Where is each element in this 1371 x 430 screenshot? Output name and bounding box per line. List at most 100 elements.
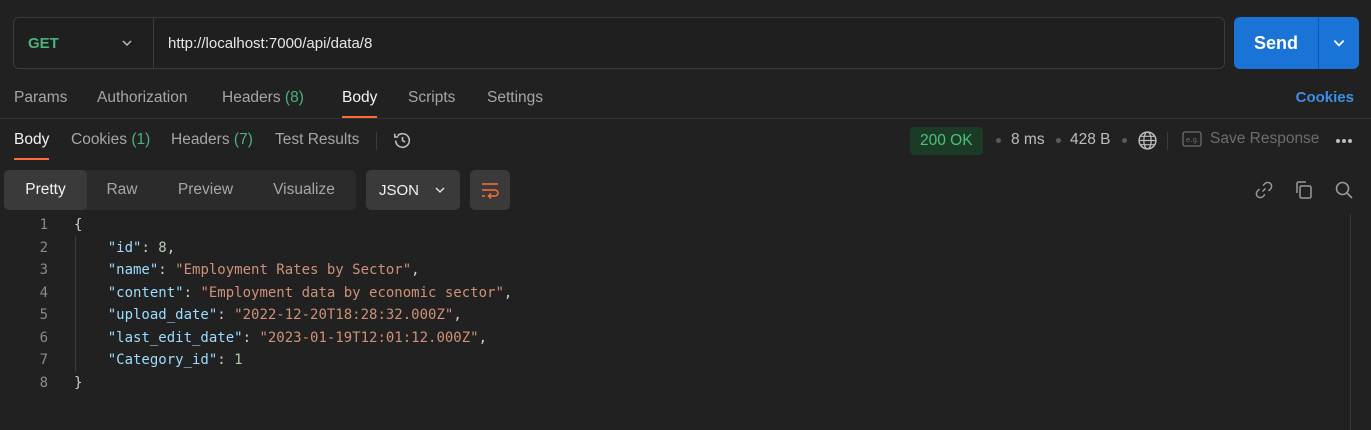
code-token-punc: ,	[503, 284, 513, 301]
code-token-key: "name"	[74, 262, 159, 278]
view-mode-visualize[interactable]: Visualize	[254, 170, 354, 210]
tab-params[interactable]: Params	[14, 80, 67, 118]
code-token-punc: :	[242, 329, 260, 346]
code-token-punc: :	[158, 262, 176, 278]
code-token-punc: }	[74, 374, 83, 391]
tab-label: Body	[14, 131, 50, 148]
tab-label: Headers	[171, 131, 230, 148]
chevron-down-icon	[1333, 40, 1345, 47]
code-token-punc: {	[74, 217, 83, 233]
line-number: 6	[39, 329, 48, 346]
line-number: 4	[39, 284, 48, 301]
save-response-button[interactable]: e.g. Save Response	[1182, 122, 1319, 156]
divider	[0, 118, 1371, 119]
wrap-lines-button[interactable]	[470, 170, 510, 210]
send-button[interactable]: Send	[1234, 17, 1318, 69]
code-token-punc: :	[183, 284, 201, 301]
chevron-down-icon	[122, 40, 132, 47]
method-label: GET	[28, 34, 59, 52]
history-icon[interactable]	[392, 130, 413, 151]
code-text: "name": "Employment Rates by Sector",	[74, 259, 420, 282]
code-token-str: "Employment data by economic sector"	[200, 284, 504, 301]
tab-label: Headers	[222, 89, 281, 106]
code-text: {	[74, 214, 82, 237]
line-number: 3	[39, 262, 48, 278]
code-text: "id": 8,	[74, 237, 175, 260]
code-token-key: "upload_date"	[74, 307, 218, 323]
code-token-str: "Employment Rates by Sector"	[175, 262, 412, 278]
tab-body[interactable]: Body	[342, 80, 378, 118]
send-button-group: Send	[1234, 17, 1359, 69]
code-token-num: 8	[158, 239, 167, 256]
tab-label: Body	[342, 89, 378, 106]
view-mode-raw[interactable]: Raw	[87, 170, 157, 210]
line-number: 1	[39, 217, 48, 233]
svg-text:e.g.: e.g.	[1186, 136, 1199, 144]
code-token-punc: :	[217, 307, 235, 323]
code-token-punc: ,	[478, 329, 488, 346]
code-token-key: "last_edit_date"	[74, 329, 243, 346]
response-tab-cookies[interactable]: Cookies (1)	[71, 122, 150, 158]
status-badge[interactable]: 200 OK	[910, 127, 983, 155]
more-options-icon[interactable]	[1335, 138, 1353, 144]
code-text: "last_edit_date": "2023-01-19T12:01:12.0…	[74, 327, 487, 350]
response-size[interactable]: 428 B	[1070, 122, 1111, 158]
response-tab-headers[interactable]: Headers (7)	[171, 122, 253, 158]
request-bar: GET	[13, 17, 1225, 69]
response-body-editor[interactable]: 1 {2 "id": 8, 3 "name": "Employment Rates …	[0, 214, 1350, 394]
code-token-key: "content"	[74, 284, 184, 301]
tab-authorization[interactable]: Authorization	[97, 80, 187, 118]
code-token-punc: ,	[411, 262, 420, 278]
tab-count: (1)	[131, 131, 151, 148]
code-text: }	[74, 372, 82, 395]
separator-dot	[1122, 138, 1127, 143]
view-mode-preview[interactable]: Preview	[157, 170, 254, 210]
tab-count: (7)	[233, 131, 253, 148]
response-tab-body[interactable]: Body	[14, 122, 50, 160]
example-icon: e.g.	[1182, 131, 1202, 147]
code-text: "Category_id": 1	[74, 349, 243, 372]
code-token-punc: :	[141, 239, 159, 256]
response-time[interactable]: 8 ms	[1011, 122, 1045, 158]
code-line: 2 "id": 8,	[0, 237, 1350, 260]
cookies-link[interactable]: Cookies	[1296, 80, 1354, 116]
globe-icon[interactable]	[1137, 130, 1158, 151]
tab-settings[interactable]: Settings	[487, 80, 543, 118]
response-tabs: Body Cookies (1) Headers (7) Test Result…	[0, 122, 1371, 160]
response-tab-test-results[interactable]: Test Results	[275, 122, 359, 158]
view-mode-segmented: Pretty Raw Preview Visualize	[4, 170, 356, 210]
line-number: 7	[39, 352, 48, 368]
method-select[interactable]: GET	[14, 18, 154, 68]
tab-scripts[interactable]: Scripts	[408, 80, 455, 118]
format-select[interactable]: JSON	[366, 170, 460, 210]
search-icon[interactable]	[1334, 180, 1354, 200]
code-token-str: "2022-12-20T18:28:32.000Z"	[234, 307, 454, 323]
url-input[interactable]	[154, 18, 1224, 68]
chevron-down-icon	[435, 187, 445, 194]
code-line: 5 "upload_date": "2022-12-20T18:28:32.00…	[0, 304, 1350, 327]
save-response-label: Save Response	[1210, 130, 1320, 147]
tab-headers[interactable]: Headers (8)	[222, 80, 304, 118]
tab-count: (8)	[284, 89, 304, 106]
line-number: 5	[39, 307, 48, 323]
code-token-num: 1	[234, 352, 243, 368]
code-token-key: "id"	[74, 239, 142, 256]
code-token-punc: ,	[453, 307, 462, 323]
link-icon[interactable]	[1254, 180, 1274, 200]
scrollbar[interactable]	[1350, 214, 1351, 430]
view-mode-pretty[interactable]: Pretty	[4, 170, 87, 210]
divider	[376, 132, 377, 150]
line-number: 8	[39, 374, 48, 391]
tab-label: Test Results	[275, 131, 360, 148]
tab-label: Scripts	[408, 89, 456, 106]
separator-dot	[1056, 138, 1061, 143]
code-line: 4 "content": "Employment data by economi…	[0, 282, 1350, 305]
code-text: "upload_date": "2022-12-20T18:28:32.000Z…	[74, 304, 462, 327]
send-options-button[interactable]	[1318, 17, 1359, 69]
code-token-str: "2023-01-19T12:01:12.000Z"	[259, 329, 479, 346]
code-token-punc: :	[217, 352, 235, 368]
copy-icon[interactable]	[1294, 180, 1314, 200]
request-tabs: Params Authorization Headers (8) Body Sc…	[0, 80, 1371, 118]
code-line: 7 "Category_id": 1	[0, 349, 1350, 372]
tab-label: Params	[14, 89, 68, 106]
